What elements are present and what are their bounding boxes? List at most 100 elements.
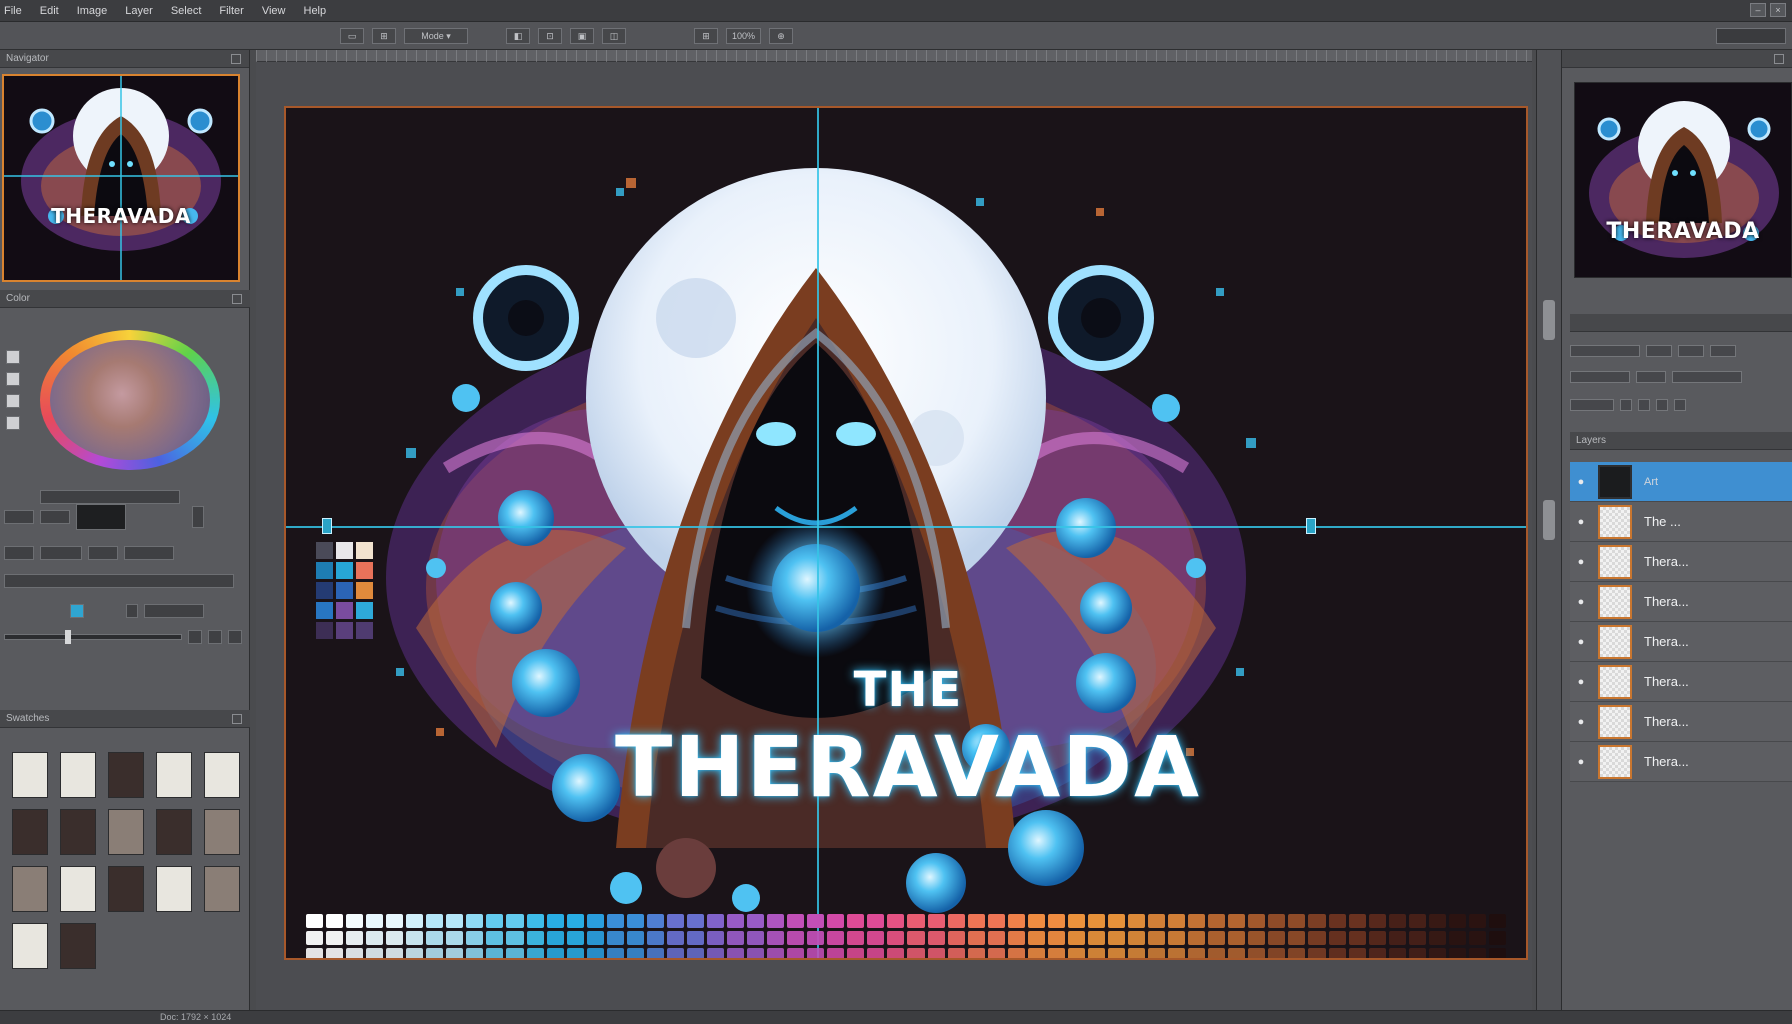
palette-swatch[interactable]: [316, 622, 333, 639]
palette-cell[interactable]: [747, 930, 765, 945]
palette-cell[interactable]: [807, 930, 825, 945]
palette-cell[interactable]: [566, 930, 584, 945]
palette-cell[interactable]: [1168, 914, 1186, 928]
layer-row[interactable]: ● Thera...: [1570, 702, 1792, 742]
field-button[interactable]: [188, 630, 202, 644]
palette-cell[interactable]: [1228, 930, 1246, 945]
palette-cell[interactable]: [1248, 947, 1266, 958]
swap-colors-icon[interactable]: [6, 372, 20, 386]
palette-cell[interactable]: [626, 914, 644, 928]
swatch-thumb[interactable]: [12, 923, 48, 969]
palette-cell[interactable]: [1428, 914, 1446, 928]
palette-swatch[interactable]: [336, 582, 353, 599]
palette-cell[interactable]: [1348, 930, 1366, 945]
palette-cell[interactable]: [1128, 930, 1146, 945]
navigator-preview[interactable]: THERAVADA: [2, 74, 240, 282]
toolbar-button[interactable]: ⊞: [694, 27, 718, 44]
palette-cell[interactable]: [767, 947, 785, 958]
palette-cell[interactable]: [907, 947, 925, 958]
palette-cell[interactable]: [1007, 930, 1025, 945]
toolbar-button[interactable]: ◧: [506, 27, 530, 44]
palette-cell[interactable]: [486, 914, 504, 928]
palette-cell[interactable]: [326, 930, 344, 945]
toolbar-button[interactable]: ▭: [340, 27, 364, 44]
opacity-field[interactable]: [144, 604, 204, 618]
guide-handle[interactable]: [322, 518, 332, 534]
option-chip[interactable]: [1646, 345, 1672, 357]
palette-cell[interactable]: [506, 914, 524, 928]
palette-cell[interactable]: [426, 930, 444, 945]
palette-cell[interactable]: [767, 914, 785, 928]
palette-cell[interactable]: [1107, 947, 1126, 958]
panel-menu-icon[interactable]: [232, 714, 242, 724]
menu-image[interactable]: Image: [77, 5, 108, 17]
palette-cell[interactable]: [927, 947, 945, 958]
palette-cell[interactable]: [606, 930, 624, 945]
palette-cell[interactable]: [1308, 930, 1326, 945]
palette-cell[interactable]: [566, 914, 584, 928]
palette-cell[interactable]: [787, 947, 805, 958]
palette-swatch[interactable]: [316, 542, 333, 559]
visibility-eye-icon[interactable]: ●: [1570, 516, 1592, 528]
palette-cell[interactable]: [747, 947, 765, 958]
palette-cell[interactable]: [586, 914, 604, 928]
menu-filter[interactable]: Filter: [219, 5, 243, 17]
palette-cell[interactable]: [1188, 947, 1206, 958]
palette-cell[interactable]: [586, 930, 604, 945]
palette-cell[interactable]: [446, 930, 464, 945]
palette-swatch[interactable]: [356, 562, 373, 579]
palette-cell[interactable]: [1268, 947, 1286, 958]
layer-row[interactable]: ● Thera...: [1570, 622, 1792, 662]
palette-cell[interactable]: [546, 930, 564, 945]
palette-cell[interactable]: [1208, 947, 1226, 958]
palette-cell[interactable]: [1027, 947, 1045, 958]
palette-cell[interactable]: [867, 947, 885, 958]
palette-cell[interactable]: [346, 930, 364, 945]
palette-cell[interactable]: [606, 947, 624, 958]
minimize-icon[interactable]: –: [1750, 3, 1766, 17]
mode-dropdown[interactable]: Mode ▾: [404, 27, 468, 44]
option-chip[interactable]: [1710, 345, 1736, 357]
palette-cell[interactable]: [1047, 930, 1065, 945]
swatch-thumb[interactable]: [60, 866, 96, 912]
palette-cell[interactable]: [386, 947, 404, 958]
swatch-thumb[interactable]: [60, 923, 96, 969]
palette-cell[interactable]: [326, 914, 344, 928]
palette-cell[interactable]: [1268, 914, 1286, 928]
palette-cell[interactable]: [446, 914, 464, 928]
palette-cell[interactable]: [646, 930, 664, 945]
palette-cell[interactable]: [346, 947, 364, 958]
palette-cell[interactable]: [1228, 947, 1246, 958]
palette-cell[interactable]: [1448, 930, 1466, 945]
navigator-header[interactable]: Navigator: [0, 50, 249, 68]
scrollbar-thumb[interactable]: [1543, 300, 1555, 340]
palette-cell[interactable]: [1148, 914, 1166, 928]
palette-cell[interactable]: [1308, 914, 1326, 928]
palette-cell[interactable]: [406, 914, 424, 928]
mode-button[interactable]: [88, 546, 118, 560]
palette-cell[interactable]: [426, 914, 444, 928]
palette-cell[interactable]: [827, 914, 845, 928]
palette-cell[interactable]: [1468, 914, 1486, 928]
palette-cell[interactable]: [1248, 914, 1266, 928]
palette-cell[interactable]: [1148, 947, 1166, 958]
palette-cell[interactable]: [1188, 930, 1206, 945]
palette-cell[interactable]: [306, 947, 324, 958]
horizontal-guide[interactable]: [286, 526, 1526, 528]
swatch-field[interactable]: [4, 510, 34, 524]
document-canvas[interactable]: THE THERAVADA: [284, 106, 1528, 960]
palette-cell[interactable]: [1208, 914, 1226, 928]
scrollbar-thumb[interactable]: [1543, 500, 1555, 540]
palette-cell[interactable]: [967, 947, 985, 958]
palette-swatch[interactable]: [356, 582, 373, 599]
palette-cell[interactable]: [1148, 930, 1166, 945]
palette-cell[interactable]: [1047, 914, 1065, 928]
toolbar-button[interactable]: ▣: [570, 27, 594, 44]
foreground-color-icon[interactable]: [6, 394, 20, 408]
palette-cell[interactable]: [1168, 947, 1186, 958]
palette-cell[interactable]: [406, 930, 424, 945]
palette-cell[interactable]: [526, 914, 544, 928]
palette-cell[interactable]: [747, 914, 765, 928]
palette-cell[interactable]: [306, 930, 324, 945]
layer-row[interactable]: ● Thera...: [1570, 742, 1792, 782]
